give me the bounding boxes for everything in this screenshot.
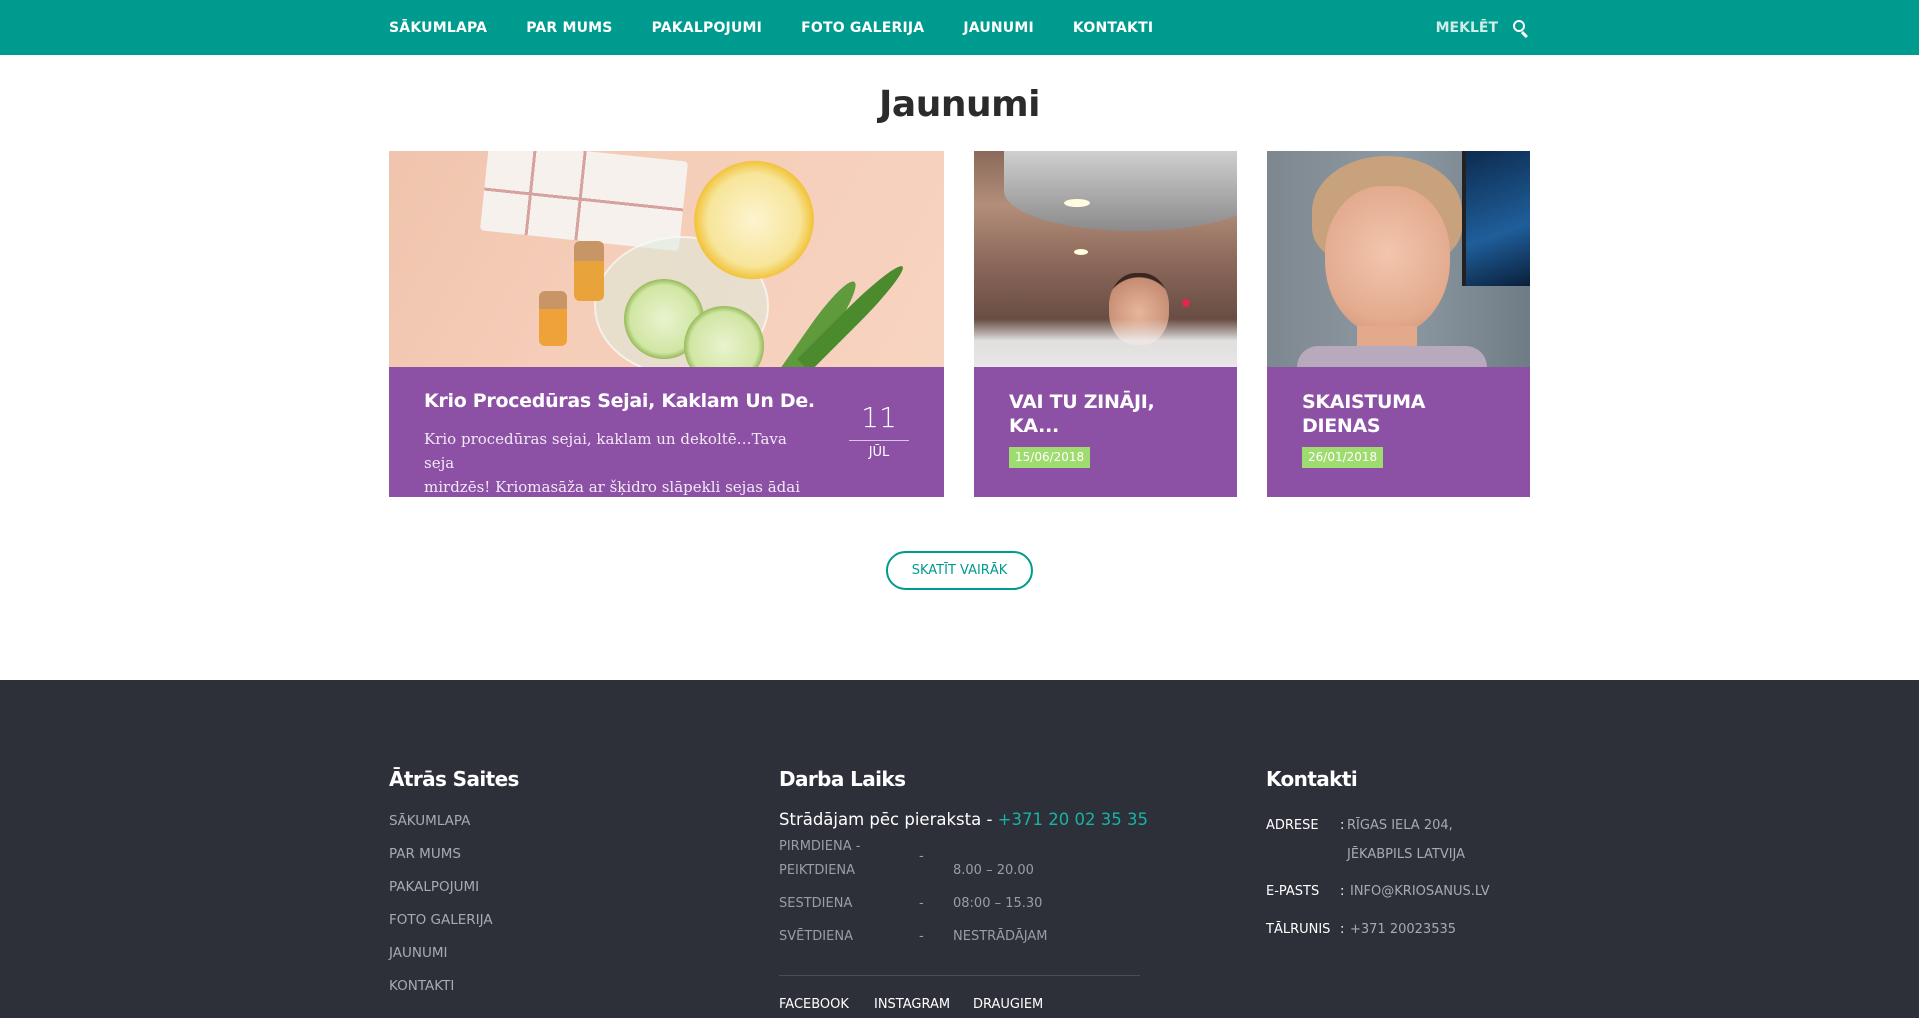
contact-colon: :: [1340, 884, 1345, 899]
contact-address-value: RĪGAS IELA 204, JĒKABPILS LATVIJA: [1347, 811, 1465, 869]
hours-dash: -: [919, 896, 924, 911]
footer-link-foto-galerija[interactable]: FOTO GALERIJA: [389, 912, 493, 928]
hours-intro-text: Strādājam pēc pieraksta -: [779, 810, 998, 829]
hours-day: PIRMDIENA - PEIKTDIENA: [779, 835, 879, 883]
footer-divider: [779, 975, 1140, 976]
excerpt-line: Krio procedūras sejai, kaklam un dekoltē…: [424, 430, 787, 472]
social-link-draugiem[interactable]: DRAUGIEM: [973, 997, 1043, 1012]
social-link-facebook[interactable]: FACEBOOK: [779, 997, 849, 1012]
contact-phone-label: TĀLRUNIS: [1266, 922, 1331, 937]
contact-colon: :: [1340, 922, 1345, 937]
news-date-badge: 26/01/2018: [1302, 447, 1384, 468]
news-card-title[interactable]: SKAISTUMA DIENAS: [1302, 390, 1502, 438]
footer-link-kontakti[interactable]: KONTAKTI: [389, 978, 454, 994]
date-divider: [849, 440, 909, 441]
footer-quick-links-heading: Ātrās Saites: [389, 767, 519, 791]
search-icon[interactable]: [1512, 19, 1530, 38]
contact-email-label: E-PASTS: [1266, 884, 1320, 899]
news-card-title[interactable]: Krio Procedūras Sejai, Kaklam Un De..: [424, 390, 814, 412]
search-label[interactable]: MEKLĒT: [1436, 20, 1498, 36]
top-navigation: SĀKUMLAPA PAR MUMS PAKALPOJUMI FOTO GALE…: [0, 0, 1919, 55]
footer: [0, 680, 1919, 1018]
hours-day-line: PEIKTDIENA: [779, 863, 856, 878]
footer-link-sakumlapa[interactable]: SĀKUMLAPA: [389, 813, 470, 829]
search-button[interactable]: MEKLĒT: [1436, 0, 1530, 55]
footer-link-par-mums[interactable]: PAR MUMS: [389, 846, 461, 862]
footer-link-jaunumi[interactable]: JAUNUMI: [389, 945, 447, 961]
hours-day: SESTDIENA: [779, 896, 853, 911]
contact-colon: :: [1340, 818, 1345, 833]
nav-container: SĀKUMLAPA PAR MUMS PAKALPOJUMI FOTO GALE…: [389, 0, 1530, 55]
see-more-button[interactable]: SKATĪT VAIRĀK: [886, 551, 1033, 590]
contact-address-label: ADRESE: [1266, 818, 1319, 833]
title-line: VAI TU ZINĀJI,: [1009, 391, 1155, 413]
news-card-featured[interactable]: Krio Procedūras Sejai, Kaklam Un De.. Kr…: [389, 151, 944, 497]
excerpt-line: mirdzēs! Kriomasāža ar šķidro slāpekli s…: [424, 478, 801, 496]
footer-link-pakalpojumi[interactable]: PAKALPOJUMI: [389, 879, 479, 895]
nav-item-jaunumi[interactable]: JAUNUMI: [963, 20, 1034, 36]
hours-phone-link[interactable]: +371 20 02 35 35: [998, 810, 1148, 829]
news-date-month: JŪL: [868, 445, 890, 460]
news-card-skaistuma-dienas[interactable]: SKAISTUMA DIENAS 26/01/2018: [1267, 151, 1530, 497]
news-date-day: 11: [861, 401, 897, 434]
hours-time: 08:00 – 15.30: [953, 896, 1043, 911]
hours-day: SVĒTDIENA: [779, 929, 853, 944]
title-line: KA...: [1009, 415, 1059, 437]
news-section-title: Jaunumi: [879, 84, 1040, 125]
news-card-image[interactable]: [974, 151, 1237, 367]
contact-phone-value[interactable]: +371 20023535: [1350, 915, 1456, 944]
nav-menu: SĀKUMLAPA PAR MUMS PAKALPOJUMI FOTO GALE…: [389, 0, 1192, 55]
hours-intro: Strādājam pēc pieraksta - +371 20 02 35 …: [779, 810, 1148, 829]
news-card-image[interactable]: [389, 151, 944, 387]
news-date-badge: 15/06/2018: [1009, 447, 1091, 468]
nav-item-sakumlapa[interactable]: SĀKUMLAPA: [389, 20, 487, 36]
hours-dash: -: [919, 929, 924, 944]
news-card-vai-tu-zinaji[interactable]: VAI TU ZINĀJI, KA... 15/06/2018: [974, 151, 1237, 497]
address-line: RĪGAS IELA 204,: [1347, 818, 1453, 833]
news-card-excerpt: Krio procedūras sejai, kaklam un dekoltē…: [424, 427, 814, 497]
nav-item-pakalpojumi[interactable]: PAKALPOJUMI: [652, 20, 763, 36]
news-card-image[interactable]: [1267, 151, 1530, 367]
hours-day-line: PIRMDIENA -: [779, 839, 861, 854]
news-card-title[interactable]: VAI TU ZINĀJI, KA...: [1009, 390, 1209, 438]
title-line: DIENAS: [1302, 415, 1381, 437]
nav-item-par-mums[interactable]: PAR MUMS: [526, 20, 612, 36]
nav-item-kontakti[interactable]: KONTAKTI: [1073, 20, 1153, 36]
hours-time: NESTRĀDĀJAM: [953, 929, 1048, 944]
footer-contacts-heading: Kontakti: [1266, 767, 1358, 791]
footer-hours-heading: Darba Laiks: [779, 767, 906, 791]
hours-time: 8.00 – 20.00: [953, 863, 1034, 878]
nav-item-foto-galerija[interactable]: FOTO GALERIJA: [801, 20, 924, 36]
title-line: SKAISTUMA: [1302, 391, 1426, 413]
social-link-instagram[interactable]: INSTAGRAM: [874, 997, 950, 1012]
hours-dash: -: [919, 849, 924, 864]
contact-email-value[interactable]: INFO@KRIOSANUS.LV: [1350, 877, 1490, 906]
address-line: JĒKABPILS LATVIJA: [1347, 847, 1466, 862]
